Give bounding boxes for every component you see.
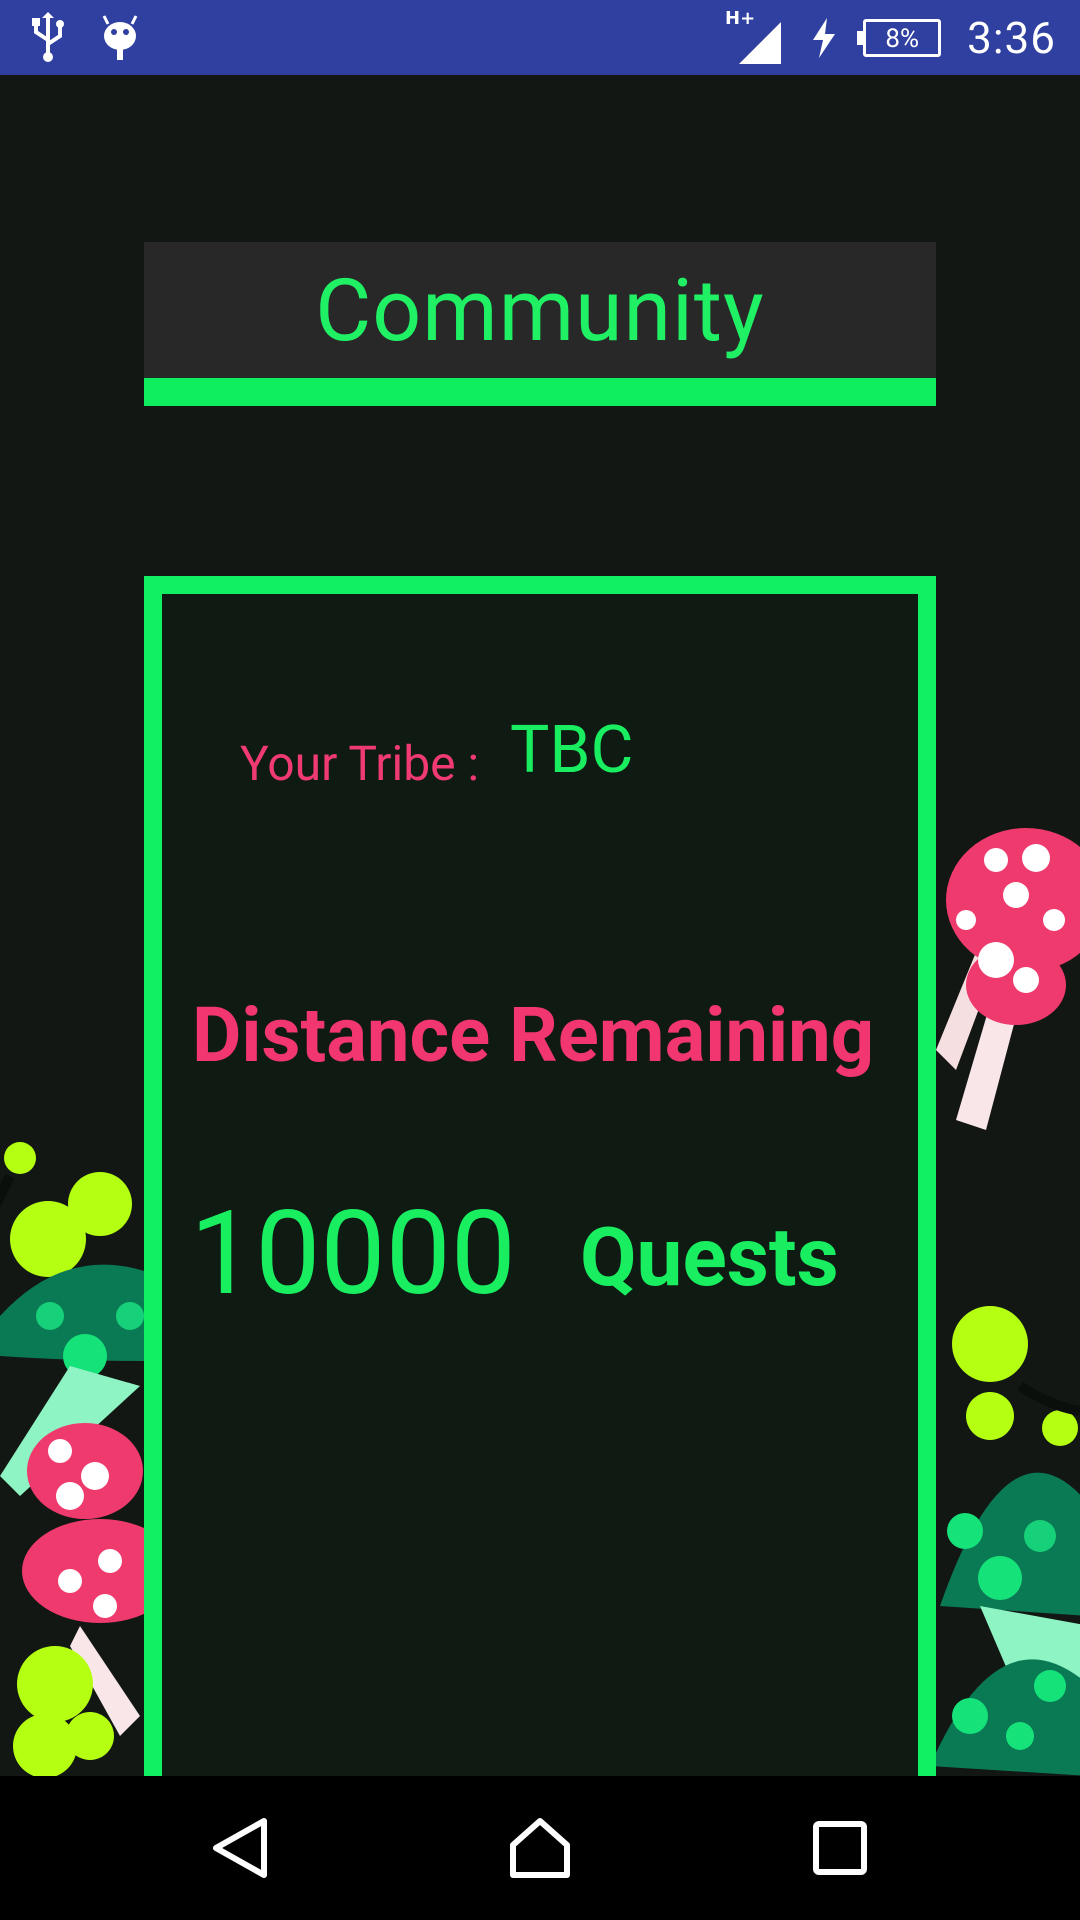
- tribe-value: TBC: [510, 712, 634, 789]
- recents-icon: [813, 1821, 867, 1875]
- battery-icon: 8%: [857, 18, 942, 57]
- distance-unit: Quests: [580, 1210, 839, 1306]
- signal-icon: H+: [725, 8, 785, 68]
- back-icon: [213, 1818, 267, 1878]
- page-title: Community: [315, 259, 765, 361]
- mushroom-decoration-right-top: [936, 828, 1080, 1130]
- distance-value: 10000: [190, 1186, 516, 1322]
- recents-button[interactable]: [800, 1808, 880, 1888]
- title-underline: [144, 378, 936, 406]
- charging-icon: [811, 17, 837, 58]
- battery-level: 8%: [885, 23, 919, 54]
- tribe-label: Your Tribe :: [240, 735, 480, 792]
- navigation-bar: [0, 1776, 1080, 1920]
- clock: 3:36: [967, 11, 1056, 64]
- back-button[interactable]: [200, 1808, 280, 1888]
- home-icon: [510, 1818, 570, 1878]
- usb-icon: [30, 12, 66, 62]
- android-debug-icon: [100, 12, 140, 62]
- status-bar: H+ 8% 3:36: [0, 0, 1080, 75]
- mushroom-decoration-right-bottom: [930, 1306, 1080, 1776]
- home-button[interactable]: [500, 1808, 580, 1888]
- distance-label: Distance Remaining: [192, 990, 875, 1080]
- network-type-label: H+: [725, 8, 755, 29]
